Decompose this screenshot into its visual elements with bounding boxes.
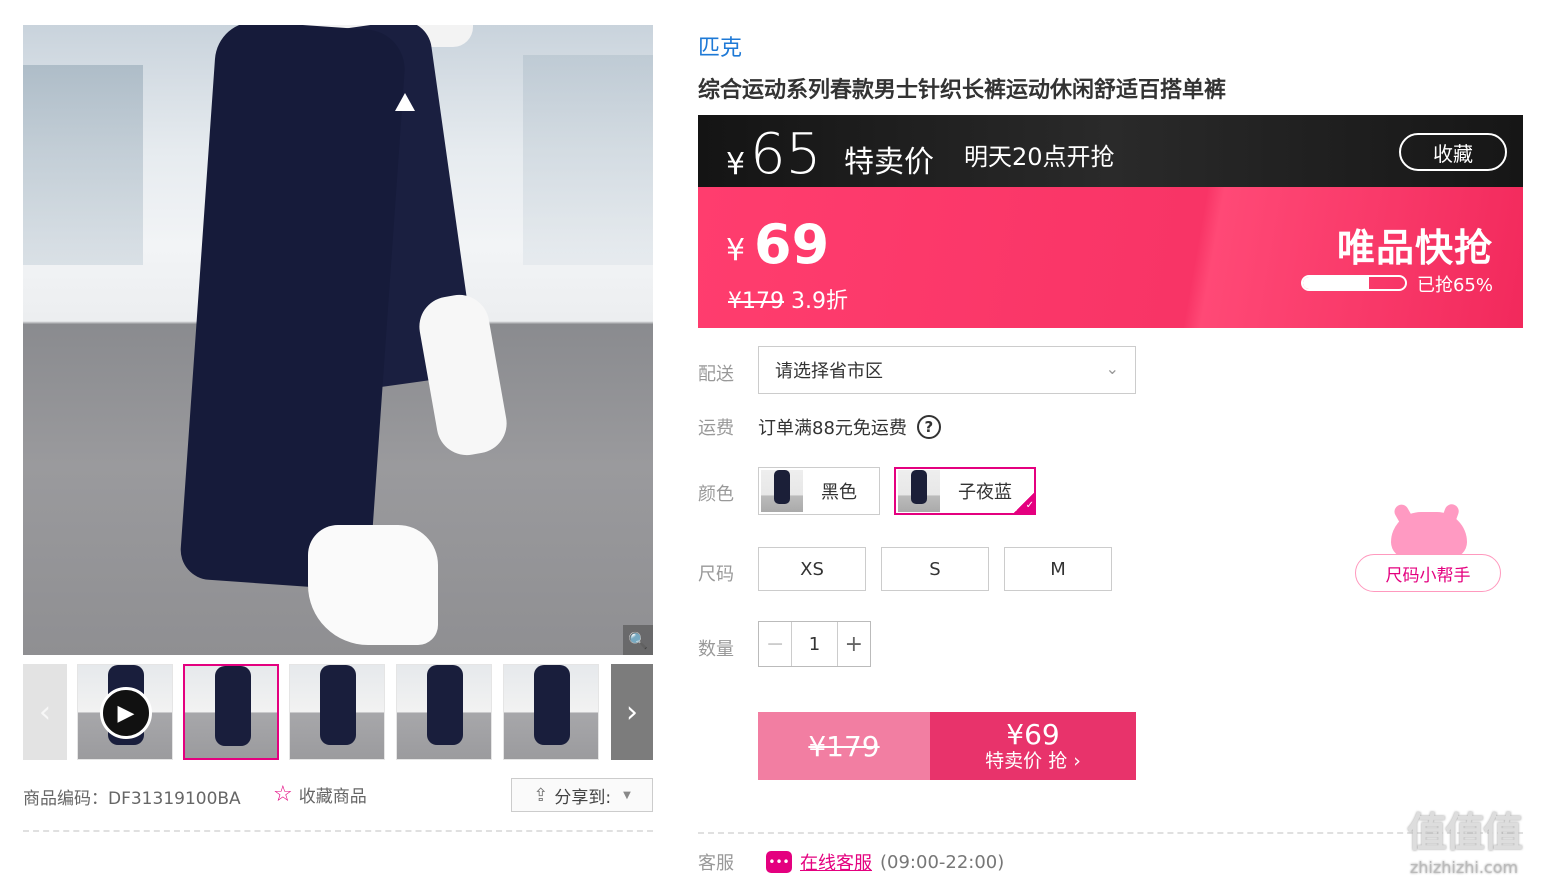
site-watermark: 值值值 zhizhizhi.com (1394, 800, 1534, 877)
favorite-button[interactable]: 收藏 (1399, 133, 1507, 171)
bunny-mascot-icon (1391, 512, 1467, 558)
chevron-down-icon: ⌄ (1105, 359, 1119, 378)
favorite-product-label: 收藏商品 (298, 787, 367, 807)
service-hours: (09:00-22:00) (880, 851, 1005, 873)
special-price: 65 (750, 122, 822, 187)
share-label: 分享到: (554, 787, 612, 808)
thumbnail-strip: ‹ ▶ › (23, 664, 653, 760)
chat-icon[interactable]: ••• (766, 851, 792, 873)
size-option-xs[interactable]: XS (758, 547, 866, 591)
quantity-stepper: − 1 + (758, 621, 871, 667)
color-option-midnight-blue[interactable]: 子夜蓝 ✓ (894, 467, 1036, 515)
special-price-banner: ¥ 65 特卖价 明天20点开抢 收藏 (698, 115, 1523, 187)
size-helper[interactable]: 尺码小帮手 (1355, 512, 1501, 594)
share-icon: ⇪ (533, 784, 549, 806)
sale-start-time: 明天20点开抢 (964, 143, 1115, 171)
help-icon[interactable]: ? (916, 415, 941, 439)
original-price: ¥179 (728, 289, 784, 314)
buy-action-label: 特卖价 抢 › (985, 749, 1081, 772)
quantity-label: 数量 (698, 639, 734, 660)
buy-price: ¥69 (1006, 718, 1060, 752)
vip-flash-label: 唯品快抢 (1336, 226, 1493, 270)
background-building (523, 55, 653, 265)
currency-symbol: ¥ (726, 147, 746, 182)
thumbnail-video[interactable]: ▶ (77, 664, 173, 760)
chevron-right-icon[interactable]: › (611, 664, 653, 760)
favorite-product-link[interactable]: ☆ 收藏商品 (273, 782, 367, 807)
color-option-black[interactable]: 黑色 (758, 467, 880, 515)
sold-progress-bar (1301, 275, 1407, 291)
sneaker-ground (308, 525, 438, 645)
brand-link[interactable]: 匹克 (698, 30, 742, 62)
color-option-label: 黑色 (821, 482, 857, 503)
star-icon: ☆ (273, 781, 293, 807)
size-label: 尺码 (698, 564, 734, 585)
buy-original-price-panel: ¥179 (758, 712, 930, 780)
region-select-value: 请选择省市区 (775, 361, 883, 382)
product-title: 综合运动系列春款男士针织长裤运动休闲舒适百搭单裤 (698, 78, 1227, 103)
minus-icon[interactable]: − (759, 622, 793, 666)
thumbnail-image[interactable] (289, 664, 385, 760)
product-code: 商品编码：DF31319100BA (23, 789, 241, 809)
buy-button[interactable]: ¥179 ¥69 特卖价 抢 › (758, 712, 1136, 780)
currency-symbol: ¥ (726, 233, 746, 268)
play-icon[interactable]: ▶ (100, 687, 152, 739)
buy-now-panel[interactable]: ¥69 特卖价 抢 › (930, 712, 1136, 780)
shipping-label: 运费 (698, 418, 734, 439)
check-icon: ✓ (1014, 493, 1034, 513)
sold-progress-text: 已抢65% (1416, 275, 1493, 296)
color-swatch (898, 470, 940, 512)
quantity-input[interactable]: 1 (792, 622, 836, 666)
size-helper-button[interactable]: 尺码小帮手 (1355, 554, 1501, 592)
online-service-link[interactable]: 在线客服 (800, 849, 872, 875)
caret-down-icon: ▼ (623, 789, 631, 801)
watermark-mark: 值值值 (1407, 810, 1523, 856)
region-select[interactable]: 请选择省市区 ⌄ (758, 346, 1136, 394)
delivery-label: 配送 (698, 364, 734, 385)
sold-progress-fill (1303, 277, 1370, 289)
magnifier-icon[interactable]: 🔍 (623, 625, 653, 655)
shipping-text: 订单满88元免运费 (758, 418, 907, 439)
sneaker-raised (414, 290, 512, 460)
customer-service-row: 客服 ••• 在线客服 (09:00-22:00) (698, 849, 1004, 875)
service-label: 客服 (698, 853, 734, 874)
background-building (23, 65, 143, 265)
main-product-image[interactable]: 🔍 (23, 25, 653, 655)
current-price: 69 (754, 213, 830, 276)
thumbnail-image[interactable] (183, 664, 279, 760)
size-option-s[interactable]: S (881, 547, 989, 591)
shipping-info: 订单满88元免运费 ? (758, 414, 941, 440)
flash-sale-banner: ¥ 69 ¥179 3.9折 唯品快抢 已抢65% (698, 187, 1523, 328)
thumbnail-image[interactable] (503, 664, 599, 760)
color-swatch (761, 470, 803, 512)
special-price-label: 特卖价 (844, 145, 934, 180)
size-option-m[interactable]: M (1004, 547, 1112, 591)
share-button[interactable]: ⇪ 分享到: ▼ (511, 778, 653, 812)
watermark-site: zhizhizhi.com (1409, 858, 1519, 877)
color-label: 颜色 (698, 484, 734, 505)
thumbnail-image[interactable] (396, 664, 492, 760)
divider (23, 830, 653, 832)
product-meta-row: 商品编码：DF31319100BA ☆ 收藏商品 ⇪ 分享到: ▼ (23, 778, 653, 812)
original-price-row: ¥179 3.9折 (728, 283, 848, 315)
product-pants-left-leg (178, 25, 408, 591)
discount-rate: 3.9折 (791, 289, 848, 314)
plus-icon[interactable]: + (836, 622, 870, 666)
buy-original-price: ¥179 (808, 729, 880, 763)
chevron-left-icon[interactable]: ‹ (23, 664, 67, 760)
